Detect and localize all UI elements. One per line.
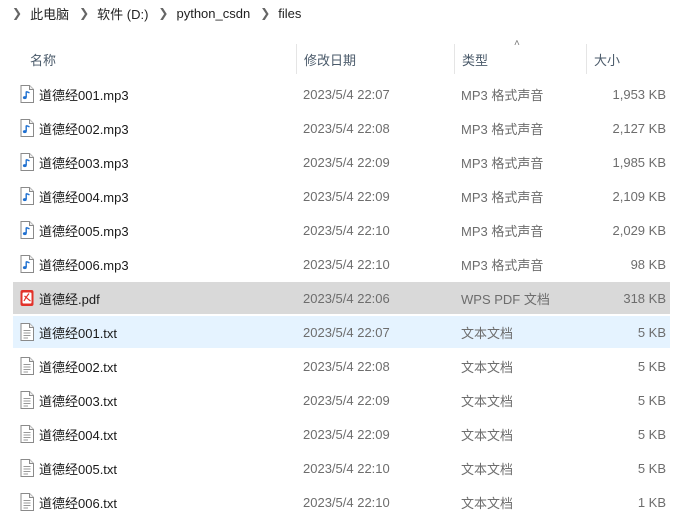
file-date: 2023/5/4 22:10 xyxy=(303,460,390,476)
chevron-right-icon[interactable]: ❯ xyxy=(79,6,89,20)
file-name[interactable]: 道德经001.txt xyxy=(39,316,117,348)
file-type: MP3 格式声音 xyxy=(461,155,544,171)
audio-file-icon xyxy=(20,221,34,239)
file-date: 2023/5/4 22:08 xyxy=(303,120,390,136)
file-name[interactable]: 道德经005.txt xyxy=(39,452,117,484)
file-date: 2023/5/4 22:07 xyxy=(303,324,390,340)
file-row[interactable]: 道德经004.txt 2023/5/4 22:09 文本文档 5 KB xyxy=(13,418,670,450)
text-file-icon xyxy=(20,493,34,511)
file-date: 2023/5/4 22:09 xyxy=(303,392,390,408)
file-row[interactable]: 道德经002.txt 2023/5/4 22:08 文本文档 5 KB xyxy=(13,350,670,382)
file-row[interactable]: 道德经005.txt 2023/5/4 22:10 文本文档 5 KB xyxy=(13,452,670,484)
file-type: MP3 格式声音 xyxy=(461,189,544,205)
file-type: MP3 格式声音 xyxy=(461,223,544,239)
file-date: 2023/5/4 22:10 xyxy=(303,222,390,238)
text-file-icon xyxy=(20,459,34,477)
file-type: 文本文档 xyxy=(461,359,514,375)
file-name[interactable]: 道德经.pdf xyxy=(39,282,100,314)
file-size: 1,985 KB xyxy=(612,154,667,170)
file-type: 文本文档 xyxy=(461,461,514,477)
file-size: 1 KB xyxy=(637,494,666,510)
file-type: 文本文档 xyxy=(461,495,514,511)
chevron-right-icon[interactable]: ❯ xyxy=(260,6,270,20)
file-size: 2,029 KB xyxy=(612,222,667,238)
file-size: 5 KB xyxy=(637,460,666,476)
sort-ascending-icon: ˄ xyxy=(514,38,520,49)
file-size: 5 KB xyxy=(637,392,666,408)
file-name[interactable]: 道德经003.mp3 xyxy=(39,146,129,178)
audio-file-icon xyxy=(20,119,34,137)
file-name[interactable]: 道德经004.mp3 xyxy=(39,180,129,212)
file-name[interactable]: 道德经004.txt xyxy=(39,418,117,450)
file-type: MP3 格式声音 xyxy=(461,257,544,273)
file-size: 1,953 KB xyxy=(612,86,667,102)
file-size: 2,109 KB xyxy=(612,188,667,204)
file-row[interactable]: 道德经006.txt 2023/5/4 22:10 文本文档 1 KB xyxy=(13,486,670,518)
file-size: 2,127 KB xyxy=(612,120,667,136)
column-header-size[interactable]: 大小 xyxy=(594,42,620,76)
file-row[interactable]: 道德经003.txt 2023/5/4 22:09 文本文档 5 KB xyxy=(13,384,670,416)
file-date: 2023/5/4 22:09 xyxy=(303,188,390,204)
breadcrumb-files[interactable]: files xyxy=(278,6,301,21)
text-file-icon xyxy=(20,323,34,341)
file-type: MP3 格式声音 xyxy=(461,87,544,103)
file-size: 318 KB xyxy=(623,290,666,306)
file-name[interactable]: 道德经005.mp3 xyxy=(39,214,129,246)
chevron-right-icon[interactable]: ❯ xyxy=(12,6,22,20)
file-name[interactable]: 道德经001.mp3 xyxy=(39,78,129,110)
file-date: 2023/5/4 22:10 xyxy=(303,494,390,510)
file-row[interactable]: 道德经002.mp3 2023/5/4 22:08 MP3 格式声音 2,127 KB xyxy=(13,112,670,144)
file-row[interactable]: 道德经001.mp3 2023/5/4 22:07 MP3 格式声音 1,953 KB xyxy=(13,78,670,110)
file-size: 5 KB xyxy=(637,358,666,374)
file-type: 文本文档 xyxy=(461,427,514,443)
file-date: 2023/5/4 22:07 xyxy=(303,86,390,102)
breadcrumb-python-csdn[interactable]: python_csdn xyxy=(176,6,250,21)
column-header-type[interactable]: 类型 xyxy=(462,42,488,76)
column-divider[interactable] xyxy=(454,44,455,74)
file-row[interactable]: 道德经005.mp3 2023/5/4 22:10 MP3 格式声音 2,029 KB xyxy=(13,214,670,246)
file-row[interactable]: 道德经003.mp3 2023/5/4 22:09 MP3 格式声音 1,985 KB xyxy=(13,146,670,178)
chevron-right-icon[interactable]: ❯ xyxy=(158,6,168,20)
audio-file-icon xyxy=(20,153,34,171)
file-date: 2023/5/4 22:09 xyxy=(303,154,390,170)
column-header-name[interactable]: 名称 xyxy=(30,42,56,76)
column-header: 名称 修改日期 类型 ˄ 大小 xyxy=(0,38,694,76)
text-file-icon xyxy=(20,357,34,375)
file-row[interactable]: 道德经.pdf 2023/5/4 22:06 WPS PDF 文档 318 KB xyxy=(13,282,670,314)
file-type: MP3 格式声音 xyxy=(461,121,544,137)
breadcrumb-drive-d[interactable]: 软件 (D:) xyxy=(97,4,148,23)
file-size: 5 KB xyxy=(637,426,666,442)
file-type: WPS PDF 文档 xyxy=(461,291,550,307)
file-date: 2023/5/4 22:09 xyxy=(303,426,390,442)
pdf-file-icon xyxy=(20,289,34,307)
text-file-icon xyxy=(20,425,34,443)
file-date: 2023/5/4 22:10 xyxy=(303,256,390,272)
file-name[interactable]: 道德经002.txt xyxy=(39,350,117,382)
file-row[interactable]: 道德经006.mp3 2023/5/4 22:10 MP3 格式声音 98 KB xyxy=(13,248,670,280)
audio-file-icon xyxy=(20,187,34,205)
file-name[interactable]: 道德经006.txt xyxy=(39,486,117,518)
file-type: 文本文档 xyxy=(461,325,514,341)
column-divider[interactable] xyxy=(296,44,297,74)
column-divider[interactable] xyxy=(586,44,587,74)
text-file-icon xyxy=(20,391,34,409)
audio-file-icon xyxy=(20,255,34,273)
file-name[interactable]: 道德经006.mp3 xyxy=(39,248,129,280)
file-size: 98 KB xyxy=(630,256,666,272)
file-name[interactable]: 道德经002.mp3 xyxy=(39,112,129,144)
file-date: 2023/5/4 22:06 xyxy=(303,290,390,306)
breadcrumb: ❯ 此电脑 ❯ 软件 (D:) ❯ python_csdn ❯ files xyxy=(0,0,694,26)
audio-file-icon xyxy=(20,85,34,103)
file-row[interactable]: 道德经001.txt 2023/5/4 22:07 文本文档 5 KB xyxy=(13,316,670,348)
file-row[interactable]: 道德经004.mp3 2023/5/4 22:09 MP3 格式声音 2,109 KB xyxy=(13,180,670,212)
file-date: 2023/5/4 22:08 xyxy=(303,358,390,374)
file-name[interactable]: 道德经003.txt xyxy=(39,384,117,416)
file-size: 5 KB xyxy=(637,324,666,340)
column-header-date[interactable]: 修改日期 xyxy=(304,42,356,76)
breadcrumb-this-pc[interactable]: 此电脑 xyxy=(30,4,69,23)
file-type: 文本文档 xyxy=(461,393,514,409)
